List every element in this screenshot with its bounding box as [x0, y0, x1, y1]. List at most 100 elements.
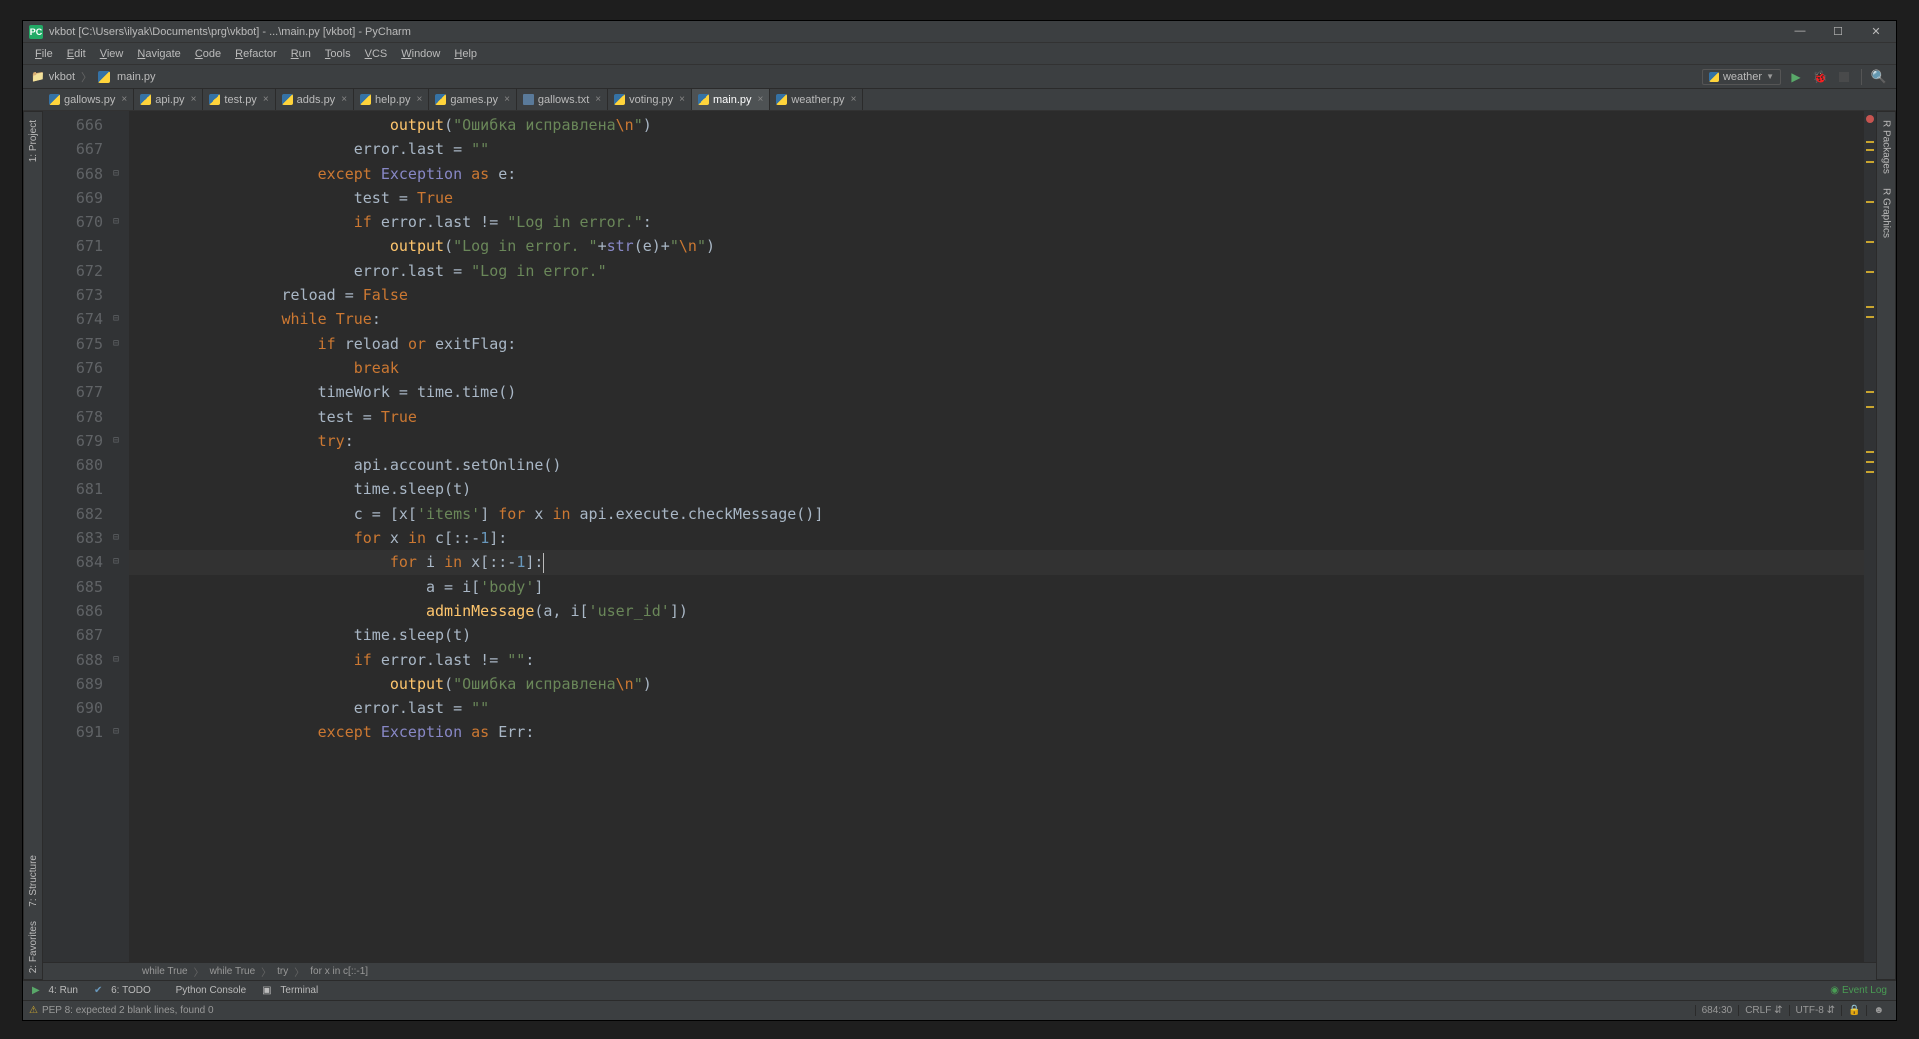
line-gutter[interactable]: ⊟⊟⊟⊟⊟⊟⊟⊟⊟ 666667668669670671672673674675… [43, 111, 129, 962]
warning-marker[interactable] [1866, 271, 1874, 273]
menu-run[interactable]: Run [285, 46, 317, 62]
status-caret-position[interactable]: 684:30 [1695, 1005, 1739, 1016]
search-everywhere-button[interactable]: 🔍 [1870, 68, 1888, 86]
code-line[interactable]: error.last = "" [137, 137, 1864, 161]
breadcrumb-item[interactable]: for x in c[::-1] [307, 966, 371, 977]
menu-edit[interactable]: Edit [61, 46, 92, 62]
code-line[interactable]: if error.last != "": [137, 648, 1864, 672]
menu-code[interactable]: Code [189, 46, 227, 62]
tool-event-log[interactable]: ◉ Event Log [1827, 984, 1890, 997]
line-number[interactable]: 673 [43, 283, 103, 307]
editor-tab[interactable]: voting.py× [608, 89, 692, 110]
tab-close-button[interactable]: × [417, 94, 423, 105]
debug-button[interactable]: 🐞 [1811, 68, 1829, 86]
editor-tab[interactable]: main.py× [692, 89, 770, 110]
menu-help[interactable]: Help [448, 46, 483, 62]
editor-tab[interactable]: gallows.txt× [517, 89, 608, 110]
code-line[interactable]: except Exception as e: [137, 162, 1864, 186]
menu-refactor[interactable]: Refactor [229, 46, 283, 62]
line-number[interactable]: 689 [43, 672, 103, 696]
code-line[interactable]: if error.last != "Log in error.": [137, 210, 1864, 234]
fold-marker[interactable]: ⊟ [109, 550, 123, 574]
editor-tab[interactable]: gallows.py× [43, 89, 134, 110]
line-number[interactable]: 667 [43, 137, 103, 161]
code-line[interactable]: output("Ошибка исправлена\n") [137, 672, 1864, 696]
tab-close-button[interactable]: × [121, 94, 127, 105]
error-stripe[interactable] [1864, 111, 1876, 962]
tool-terminal[interactable]: ▣ Terminal [259, 984, 321, 997]
fold-marker[interactable]: ⊟ [109, 720, 123, 744]
minimize-button[interactable]: — [1786, 25, 1814, 38]
warning-marker[interactable] [1866, 306, 1874, 308]
code-line[interactable]: test = True [137, 405, 1864, 429]
menu-view[interactable]: View [94, 46, 130, 62]
code-line[interactable]: output("Log in error. "+str(e)+"\n") [137, 234, 1864, 258]
warning-marker[interactable] [1866, 451, 1874, 453]
status-line-ending[interactable]: CRLF ⇵ [1738, 1005, 1788, 1016]
fold-marker[interactable]: ⊟ [109, 332, 123, 356]
code-line[interactable]: api.account.setOnline() [137, 453, 1864, 477]
code-line[interactable]: reload = False [137, 283, 1864, 307]
code-line[interactable]: output("Ошибка исправлена\n") [137, 113, 1864, 137]
warning-marker[interactable] [1866, 201, 1874, 203]
line-number[interactable]: 668 [43, 162, 103, 186]
code-line[interactable]: for x in c[::-1]: [137, 526, 1864, 550]
menu-window[interactable]: Window [395, 46, 446, 62]
breadcrumb-item[interactable]: while True [207, 966, 259, 977]
tab-close-button[interactable]: × [263, 94, 269, 105]
menu-file[interactable]: File [29, 46, 59, 62]
line-number[interactable]: 674 [43, 307, 103, 331]
tab-close-button[interactable]: × [595, 94, 601, 105]
breadcrumb-item[interactable]: try [274, 966, 291, 977]
code-line[interactable]: timeWork = time.time() [137, 380, 1864, 404]
status-encoding[interactable]: UTF-8 ⇵ [1789, 1005, 1842, 1016]
line-number[interactable]: 688 [43, 648, 103, 672]
code-area[interactable]: output("Ошибка исправлена\n") error.last… [129, 111, 1864, 962]
tab-close-button[interactable]: × [191, 94, 197, 105]
run-configuration-selector[interactable]: weather ▼ [1702, 69, 1781, 85]
line-number[interactable]: 669 [43, 186, 103, 210]
fold-marker[interactable]: ⊟ [109, 429, 123, 453]
editor-tab[interactable]: test.py× [203, 89, 275, 110]
tool-tab-project[interactable]: 1: Project [26, 114, 41, 168]
line-number[interactable]: 690 [43, 696, 103, 720]
error-marker[interactable] [1866, 115, 1874, 123]
nav-file[interactable]: main.py [117, 71, 156, 83]
line-number[interactable]: 686 [43, 599, 103, 623]
line-number[interactable]: 684 [43, 550, 103, 574]
editor-tab[interactable]: weather.py× [770, 89, 863, 110]
tool-python-console[interactable]: Python Console [164, 984, 249, 997]
editor-tab[interactable]: games.py× [429, 89, 517, 110]
fold-marker[interactable]: ⊟ [109, 526, 123, 550]
stop-button[interactable] [1835, 68, 1853, 86]
line-number[interactable]: 680 [43, 453, 103, 477]
tool-tab-structure[interactable]: 7: Structure [26, 849, 41, 913]
nav-project[interactable]: vkbot [49, 71, 75, 83]
editor-tab[interactable]: help.py× [354, 89, 429, 110]
warning-marker[interactable] [1866, 316, 1874, 318]
code-line[interactable]: error.last = "" [137, 696, 1864, 720]
code-line[interactable]: test = True [137, 186, 1864, 210]
fold-marker[interactable]: ⊟ [109, 162, 123, 186]
line-number[interactable]: 681 [43, 477, 103, 501]
menu-tools[interactable]: Tools [319, 46, 357, 62]
menu-navigate[interactable]: Navigate [131, 46, 186, 62]
line-number[interactable]: 682 [43, 502, 103, 526]
code-line[interactable]: except Exception as Err: [137, 720, 1864, 744]
line-number[interactable]: 678 [43, 405, 103, 429]
fold-marker[interactable]: ⊟ [109, 307, 123, 331]
code-line[interactable]: try: [137, 429, 1864, 453]
line-number[interactable]: 683 [43, 526, 103, 550]
tool-todo[interactable]: ✔ 6: TODO [91, 984, 154, 997]
line-number[interactable]: 671 [43, 234, 103, 258]
run-button[interactable]: ▶ [1787, 68, 1805, 86]
tool-tab-favorites[interactable]: 2: Favorites [26, 915, 41, 979]
menu-vcs[interactable]: VCS [359, 46, 394, 62]
warning-marker[interactable] [1866, 141, 1874, 143]
warning-marker[interactable] [1866, 149, 1874, 151]
code-line[interactable]: break [137, 356, 1864, 380]
maximize-button[interactable]: ☐ [1824, 25, 1852, 38]
code-editor[interactable]: ⊟⊟⊟⊟⊟⊟⊟⊟⊟ 666667668669670671672673674675… [43, 111, 1876, 962]
tab-close-button[interactable]: × [679, 94, 685, 105]
tool-tab-r-graphics[interactable]: R Graphics [1879, 182, 1894, 244]
